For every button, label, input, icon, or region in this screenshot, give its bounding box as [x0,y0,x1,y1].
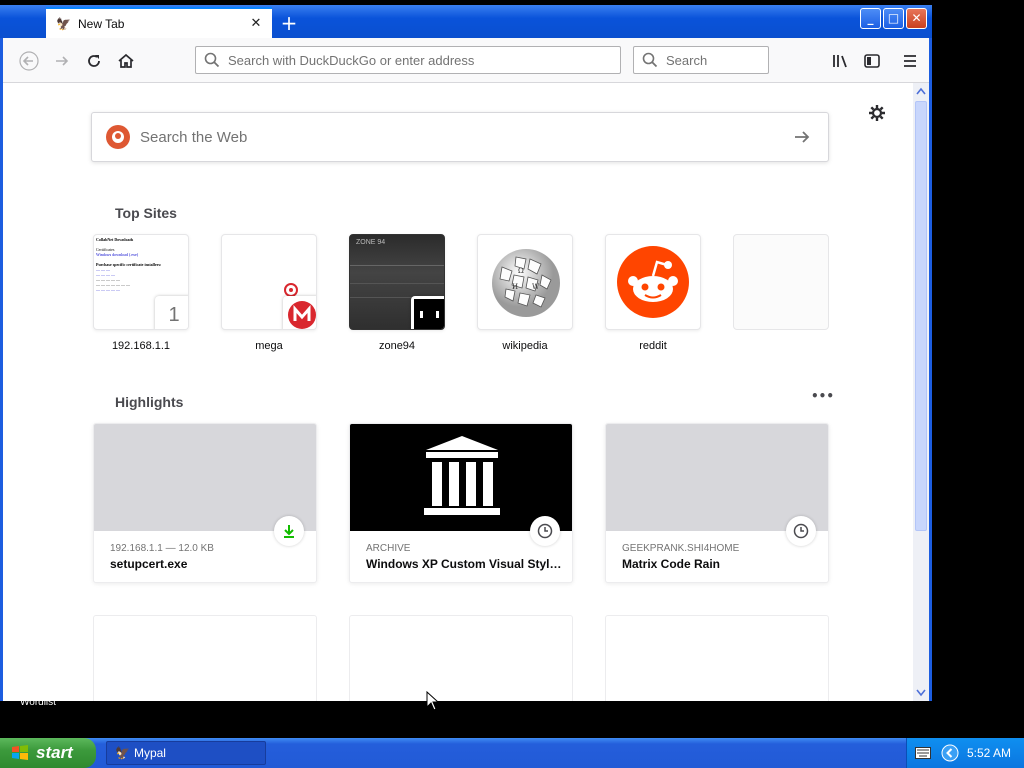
card-preview [94,424,316,531]
start-label: start [36,743,73,762]
card-title: Matrix Code Rain [622,557,721,571]
top-site-tile-wikipedia[interactable]: Ω W И [477,234,573,330]
highlights-title: Highlights [115,394,184,410]
clock: 5:52 AM [967,746,1012,760]
navigation-toolbar: Search with DuckDuckGo or enter address … [3,38,929,83]
card-context: 192.168.1.1 — 12.0 KB [110,543,214,554]
card-preview [606,424,828,531]
sidebar-icon[interactable] [861,50,883,72]
search-icon [204,52,220,68]
card-title: Windows XP Custom Visual Style... [366,557,562,571]
mega-small-icon [284,283,298,297]
maximize-button[interactable]: □ [883,8,904,29]
reddit-icon [617,246,689,318]
download-icon [274,516,304,546]
mega-icon [283,296,316,329]
start-button[interactable]: start [0,738,96,768]
top-site-label: wikipedia [502,340,548,352]
mypal-icon: 🦅 [115,746,130,760]
address-bar-placeholder: Search with DuckDuckGo or enter address [228,52,475,68]
scroll-down-icon[interactable] [916,689,926,697]
windows-logo-icon [12,745,28,760]
new-tab-button[interactable]: + [278,12,300,34]
wikipedia-globe-icon: Ω W И [492,249,560,317]
tab-new-tab[interactable]: 🦅 New Tab ✕ [46,7,272,39]
duckduckgo-icon [106,125,130,149]
top-site-label: 192.168.1.1 [111,340,171,352]
arrow-right-icon[interactable] [790,127,814,147]
top-site-label: zone94 [378,340,416,352]
scrollbar-thumb[interactable] [915,101,927,531]
top-site-tile-192-168-1-1[interactable]: CollabNet Downloads Certificates Windows… [93,234,189,330]
new-tab-page: Search the Web Top Sites CollabNet Downl… [3,83,913,701]
browser-window: 🦅 New Tab ✕ + _ □ ✕ Search with DuckDuck… [0,5,932,701]
archive-building-icon [424,436,500,515]
svg-text:И: И [512,283,518,291]
site-badge: 1 [155,296,188,329]
highlight-card-setupcert[interactable]: 192.168.1.1 — 12.0 KB setupcert.exe [93,423,317,583]
chevron-left-icon[interactable] [941,744,959,762]
page-preview: CollabNet Downloads Certificates Windows… [96,237,162,292]
library-icon[interactable] [829,50,851,72]
web-search-box[interactable]: Search the Web [91,112,829,162]
top-site-label: reddit [639,340,667,352]
title-bar: 🦅 New Tab ✕ + _ □ ✕ [0,5,932,39]
top-sites-title: Top Sites [115,205,177,221]
web-search-placeholder: Search the Web [140,128,248,146]
address-bar[interactable]: Search with DuckDuckGo or enter address [195,46,621,74]
clock-icon [786,516,816,546]
taskbar: start 🦅 Mypal 5:52 AM [0,738,1024,768]
close-window-button[interactable]: ✕ [906,8,927,29]
highlight-card-archive[interactable]: ARCHIVE Windows XP Custom Visual Style..… [349,423,573,583]
card-context: GEEKPRANK.SHI4HOME [622,543,740,554]
svg-text:W: W [532,283,540,291]
card-title: setupcert.exe [110,557,188,571]
card-context: ARCHIVE [366,543,411,554]
taskbar-item-label: Mypal [133,746,166,760]
zone94-caption: ZONE 94 [356,239,386,246]
highlight-card-matrix[interactable]: GEEKPRANK.SHI4HOME Matrix Code Rain [605,423,829,583]
top-site-tile-zone94[interactable]: ZONE 94 [349,234,445,330]
search-bar[interactable]: Search [633,46,769,74]
vertical-scrollbar[interactable] [913,83,929,701]
top-site-tile-empty[interactable] [733,234,829,330]
top-site-label: mega [255,340,283,352]
menu-icon[interactable] [899,50,921,72]
svg-text:Ω: Ω [518,267,524,275]
clock-icon [530,516,560,546]
tab-title: New Tab [78,17,125,31]
gear-icon[interactable] [867,103,887,123]
mypal-favicon-icon: 🦅 [56,17,71,31]
scroll-up-icon[interactable] [916,87,926,95]
highlight-card-empty [349,615,573,701]
top-site-tile-reddit[interactable] [605,234,701,330]
mouse-cursor-icon [426,691,440,711]
system-tray: 5:52 AM [906,738,1024,768]
keyboard-icon[interactable] [915,747,931,759]
minimize-button[interactable]: _ [860,8,881,29]
home-icon[interactable] [115,50,137,72]
highlights-menu-icon[interactable]: ••• [811,389,834,403]
top-site-tile-mega[interactable] [221,234,317,330]
highlight-card-empty [605,615,829,701]
zone94-icon [411,296,444,329]
archive-logo [350,424,572,531]
taskbar-item-mypal[interactable]: 🦅 Mypal [106,741,266,765]
tab-close-icon[interactable]: ✕ [248,16,264,32]
reload-icon[interactable] [83,50,105,72]
search-icon [642,52,658,68]
forward-icon[interactable] [51,50,73,72]
back-icon[interactable] [18,50,40,72]
search-bar-placeholder: Search [666,52,708,68]
highlight-card-empty [93,615,317,701]
